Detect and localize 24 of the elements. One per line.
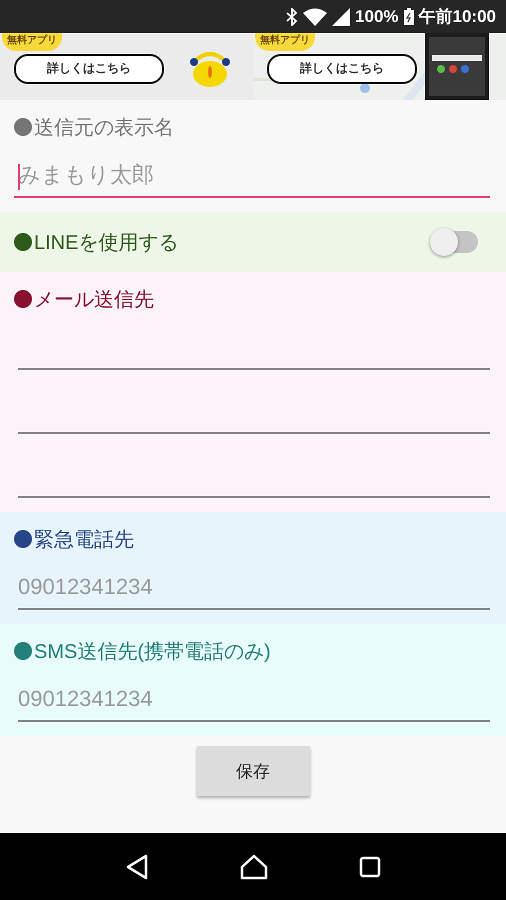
ad-banner[interactable]: 無料アプリ 詳しくはこちら [0, 33, 253, 100]
details-button[interactable]: 詳しくはこちら [14, 54, 164, 84]
clock: 午前10:00 [418, 6, 496, 28]
save-button[interactable]: 保存 [196, 746, 310, 796]
input-field[interactable]: 09012341234 [18, 566, 490, 610]
back-icon[interactable] [125, 854, 150, 880]
field-label: SMS送信先(携帯電話のみ) [34, 640, 272, 664]
details-button[interactable]: 詳しくはこちら [267, 54, 417, 84]
badge: 無料アプリ [255, 33, 315, 51]
recent-apps-icon[interactable] [358, 856, 381, 878]
bluetooth-icon [286, 8, 298, 26]
wifi-icon [303, 8, 328, 26]
field-label: 緊急電話先 [34, 528, 135, 552]
battery-icon [404, 8, 414, 25]
field-label: メール送信先 [34, 288, 155, 312]
battery-percent: 100% [355, 6, 399, 26]
signal-icon [332, 8, 350, 26]
badge: 無料アプリ [2, 33, 62, 51]
toggle-switch[interactable] [432, 231, 478, 253]
input-field[interactable]: みまもり太郎 [14, 154, 490, 198]
field-label: 送信元の表示名 [34, 116, 175, 140]
field-label: LINEを使用する [34, 230, 180, 256]
home-icon[interactable] [240, 854, 268, 880]
input-field[interactable]: 09012341234 [18, 678, 490, 722]
